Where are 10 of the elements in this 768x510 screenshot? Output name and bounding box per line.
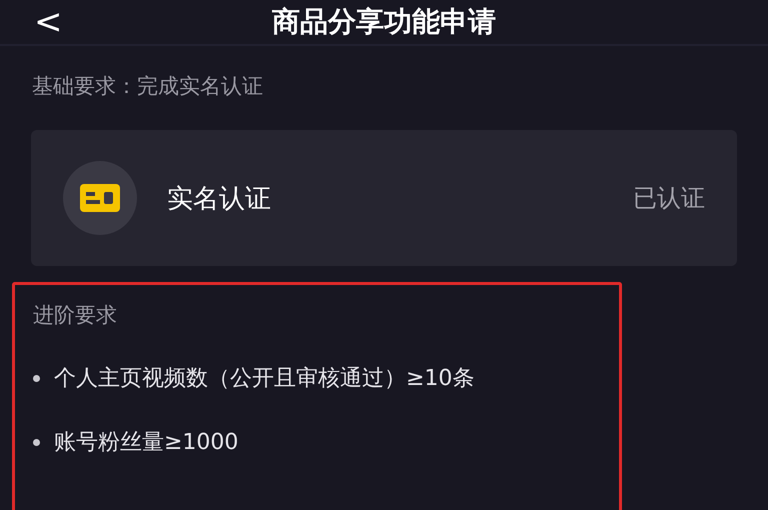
bullet-icon [33,374,40,382]
page-title: 商品分享功能申请 [272,4,496,40]
card-title: 实名认证 [167,182,272,216]
verification-status: 已认证 [633,183,705,214]
back-button[interactable]: < [34,4,62,40]
requirement-text: 个人主页视频数（公开且审核通过）≥10条 [54,365,474,393]
section-heading: 进阶要求 [33,302,118,329]
basic-requirement: 基础要求：完成实名认证 [31,73,264,100]
requirement-text: 账号粉丝量≥1000 [54,429,238,457]
bullet-icon [33,438,40,446]
